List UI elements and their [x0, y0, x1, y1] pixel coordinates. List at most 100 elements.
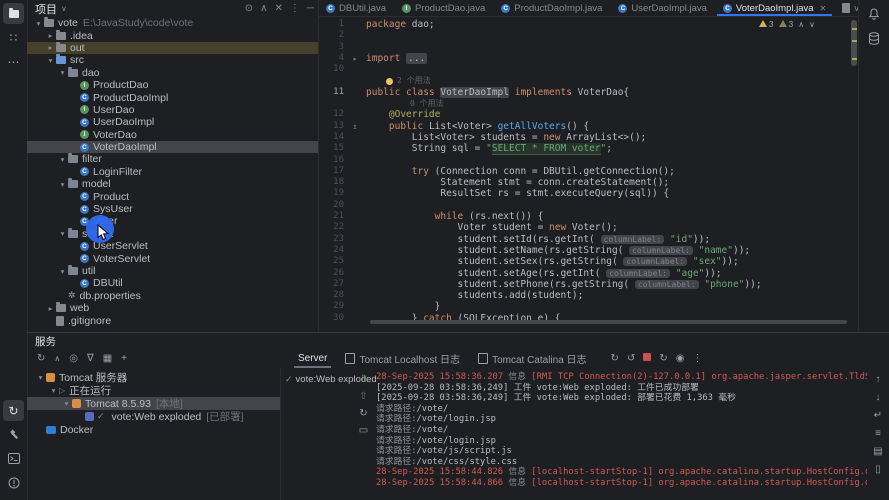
tree-item-UserDao[interactable]: I UserDao: [27, 104, 318, 116]
console-log[interactable]: 28-Sep-2025 15:58:36.207 信息 [RMI TCP Con…: [372, 368, 867, 500]
services-title[interactable]: 服务: [35, 334, 56, 349]
code-line-26[interactable]: 26 student.setAge(rs.getInt( columnLabel…: [318, 268, 859, 279]
tab-ProductDao.java[interactable]: I ProductDao.java: [394, 0, 493, 16]
add-icon[interactable]: +: [121, 353, 127, 364]
implements-gutter-icon[interactable]: ↥: [344, 121, 366, 132]
chevron-down-icon[interactable]: ∨: [61, 4, 67, 13]
collapse-all-icon[interactable]: ∧: [54, 354, 60, 363]
code-line-11[interactable]: 11 public class VoterDaoImpl implements V…: [318, 86, 859, 98]
code-line-21[interactable]: 21 while (rs.next()) {: [318, 211, 859, 222]
project-panel-title[interactable]: 项目: [35, 1, 57, 17]
tree-item-web[interactable]: ▸ web: [27, 302, 318, 314]
tree-expand-arrow[interactable]: ▾: [45, 56, 56, 65]
more-icon[interactable]: ⋮: [692, 353, 702, 364]
editor-horizontal-scrollbar[interactable]: [370, 320, 847, 324]
terminal-icon[interactable]: [3, 448, 24, 469]
tree-item-UserDaoImpl[interactable]: C UserDaoImpl: [27, 116, 318, 128]
tree-item-dao[interactable]: ▾ dao: [27, 66, 318, 79]
tab-VoterDaoImpl.java[interactable]: C VoterDaoImpl.java ✕: [715, 0, 834, 16]
tree-item-VoterDaoImpl[interactable]: C VoterDaoImpl: [27, 140, 318, 154]
problems-icon[interactable]: [3, 472, 24, 493]
build-hammer-icon[interactable]: [3, 424, 24, 445]
console-tab-Tomcat Catalina 日志[interactable]: Tomcat Catalina 日志: [470, 349, 594, 368]
structure-icon[interactable]: ∷: [3, 27, 24, 48]
filter-icon[interactable]: ∇: [87, 353, 94, 364]
tree-item-Voter[interactable]: CVoter: [27, 215, 318, 227]
tree-item-DBUtil[interactable]: C DBUtil: [27, 277, 318, 289]
code-line-20[interactable]: 20: [318, 200, 859, 211]
code-line-2[interactable]: 2: [318, 30, 859, 41]
tree-expand-arrow[interactable]: ▾: [57, 267, 68, 276]
tree-expand-arrow[interactable]: ▾: [57, 180, 68, 189]
intention-bulb-icon[interactable]: [386, 77, 393, 85]
code-line-29[interactable]: 29 }: [318, 301, 859, 312]
print-icon[interactable]: ▤: [873, 446, 882, 457]
redeploy-icon[interactable]: ↻: [611, 353, 619, 364]
tree-item-.idea[interactable]: ▸ .idea: [27, 29, 318, 42]
code-line-18[interactable]: 18 Statement stmt = conn.createStatement…: [318, 177, 859, 188]
scroll-to-end-icon[interactable]: ≡: [875, 428, 881, 439]
frame-deployment-icon[interactable]: ▭: [359, 425, 368, 436]
layout-icon[interactable]: ▦: [103, 353, 112, 364]
tree-item-src[interactable]: ▾ src: [27, 54, 318, 66]
code-line-24[interactable]: 24 student.setName(rs.getString( columnL…: [318, 245, 859, 256]
tree-item-util[interactable]: ▾ util: [27, 265, 318, 277]
tree-item-LoginFilter[interactable]: C LoginFilter: [27, 166, 318, 178]
tree-item-UserServlet[interactable]: C UserServlet: [27, 240, 318, 252]
code-line-13[interactable]: 13 ↥ public List<Voter> getAllVoters() {: [318, 121, 859, 132]
scroll-to-top-icon[interactable]: ↑: [876, 374, 881, 385]
soft-wrap-icon[interactable]: ↵: [874, 410, 882, 421]
fold-arrow-icon[interactable]: ▸: [344, 53, 366, 64]
notifications-bell-icon[interactable]: [864, 4, 884, 24]
tree-item-db.properties[interactable]: ✲ db.properties: [27, 290, 318, 302]
tree-item-VoterServlet[interactable]: C VoterServlet: [27, 252, 318, 265]
tree-expand-arrow[interactable]: ▾: [57, 68, 68, 77]
tree-expand-arrow[interactable]: ▾: [48, 386, 59, 395]
browser-icon[interactable]: ◉: [676, 353, 685, 364]
tree-expand-arrow[interactable]: ▾: [61, 399, 72, 408]
database-icon[interactable]: [864, 28, 884, 48]
collapse-all-icon[interactable]: ∧: [260, 3, 267, 14]
tab-ProductDaoImpl.java[interactable]: C ProductDaoImpl.java: [493, 0, 610, 16]
code-line-4[interactable]: 4 ▸ import ...: [318, 52, 859, 64]
tree-expand-arrow[interactable]: ▾: [35, 373, 46, 382]
refresh-icon[interactable]: ↻: [359, 408, 367, 419]
code-line-12[interactable]: 12 @Override: [318, 109, 859, 120]
tree-item-VoterDao[interactable]: I VoterDao: [27, 129, 318, 141]
clear-console-icon[interactable]: ▯: [875, 464, 881, 475]
scroll-to-bottom-icon[interactable]: ↓: [876, 392, 881, 403]
service-item-正在运行[interactable]: ▾ ▷ 正在运行: [27, 384, 280, 397]
service-item-Tomcat 服务器[interactable]: ▾ Tomcat 服务器: [27, 371, 280, 384]
tree-item-vote[interactable]: ▾ vote E:\JavaStudy\code\vote: [27, 17, 318, 29]
prev-problem-icon[interactable]: ∧: [798, 20, 804, 29]
project-tool-icon[interactable]: [3, 3, 24, 24]
code-line-10[interactable]: 10: [318, 64, 859, 75]
code-line-14[interactable]: 14 List<Voter> students = new ArrayList<…: [318, 132, 859, 143]
tree-item-.gitignore[interactable]: .gitignore: [27, 314, 318, 327]
tree-item-filter[interactable]: ▾ filter: [27, 153, 318, 165]
tab-DBUtil.java[interactable]: C DBUtil.java: [318, 0, 394, 16]
hide-panel-icon[interactable]: ─: [307, 3, 314, 14]
tab-UserDaoImpl.java[interactable]: C UserDaoImpl.java: [610, 0, 715, 16]
tree-item-Product[interactable]: C Product: [27, 190, 318, 203]
tree-collapse-arrow[interactable]: ▸: [45, 31, 56, 40]
tree-item-SysUser[interactable]: C SysUser: [27, 203, 318, 215]
code-line-25[interactable]: 25 student.setSex(rs.getString( columnLa…: [318, 256, 859, 267]
tree-expand-arrow[interactable]: ▾: [57, 229, 68, 238]
code-line-17[interactable]: 17 try (Connection conn = DBUtil.getConn…: [318, 166, 859, 177]
console-tab-Tomcat Localhost 日志[interactable]: Tomcat Localhost 日志: [337, 349, 468, 368]
restart-icon[interactable]: ↻: [659, 353, 667, 364]
warning-stripe-mark[interactable]: [852, 28, 857, 30]
code-line-3[interactable]: 3: [318, 42, 859, 53]
console-tab-Server[interactable]: Server: [290, 351, 335, 368]
tab-vote.sql[interactable]: vote.sql: [834, 0, 859, 16]
more-tools-icon[interactable]: ⋯: [3, 51, 24, 72]
more-icon[interactable]: ⋮: [290, 3, 300, 14]
code-editor[interactable]: 1 package dao; 2 3 4 ▸ import ... 10 2 个用法 11 publ…: [318, 17, 859, 324]
undeploy-icon[interactable]: ⇧: [359, 391, 367, 402]
inspection-widget[interactable]: 3 3 ∧ ∨: [758, 19, 815, 29]
refresh-icon[interactable]: ↺: [627, 353, 635, 364]
tree-item-out[interactable]: ▸ out: [27, 41, 318, 55]
code-line-27[interactable]: 27 student.setPhone(rs.getString( column…: [318, 279, 859, 290]
service-item-Docker[interactable]: Docker: [27, 423, 280, 436]
